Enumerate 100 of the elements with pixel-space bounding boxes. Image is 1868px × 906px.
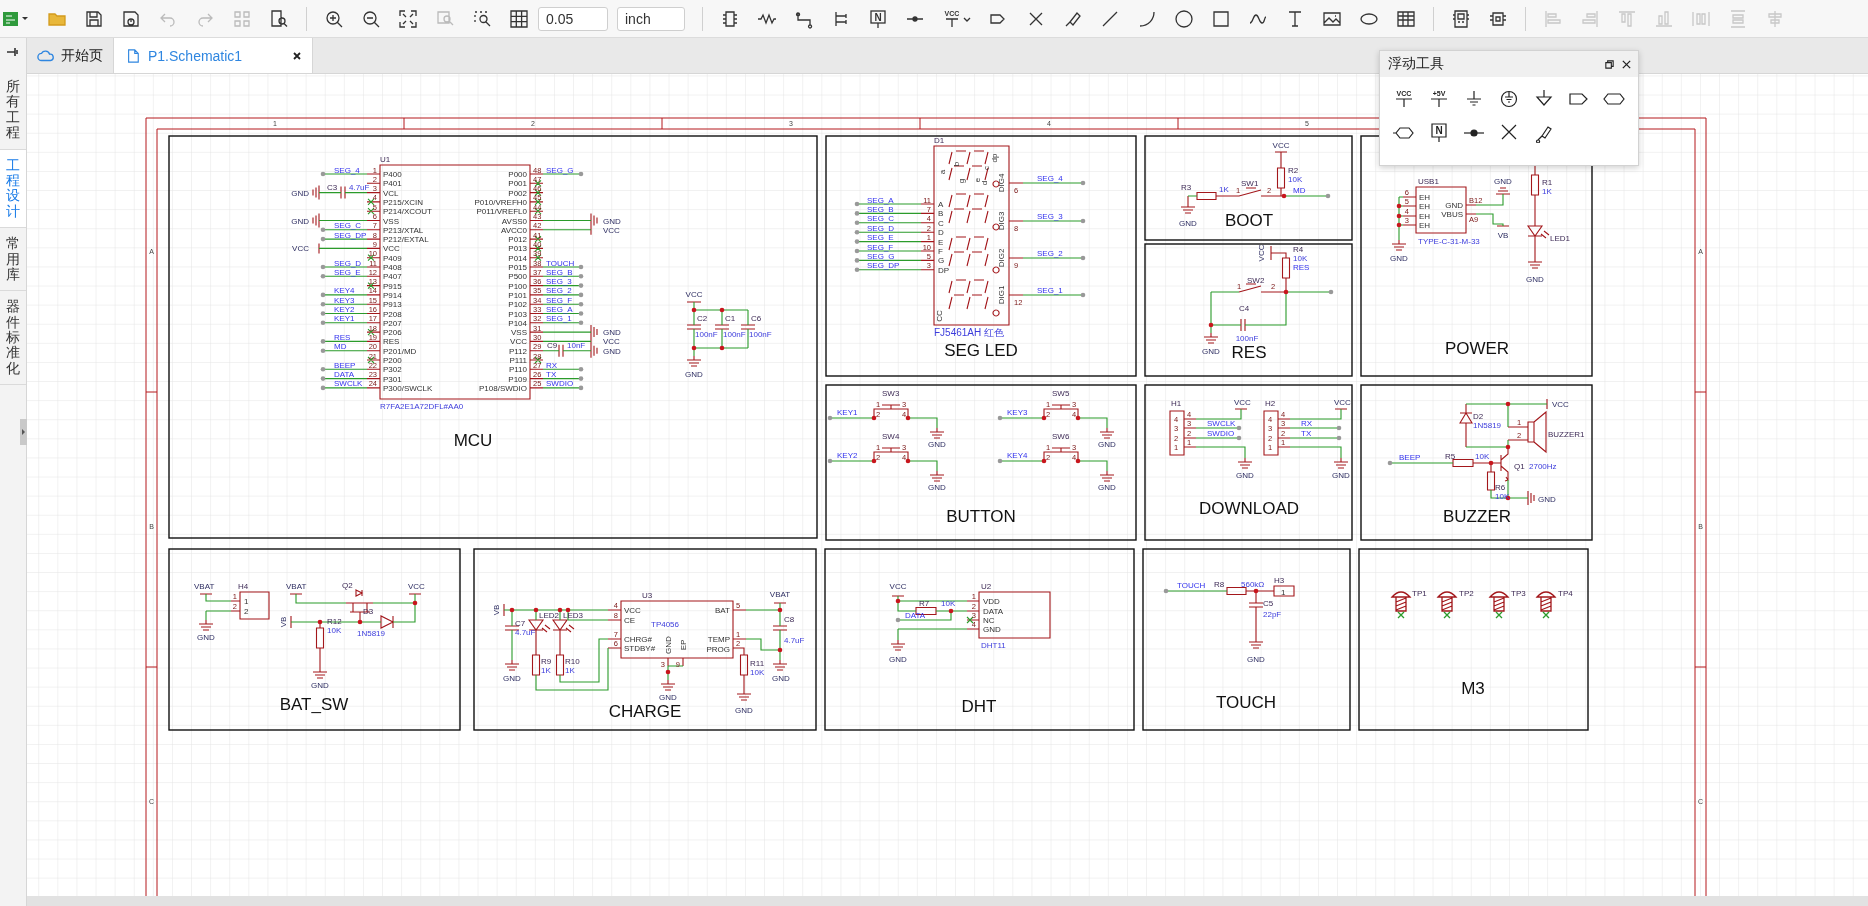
- pin-icon[interactable]: [6, 47, 20, 57]
- net-label: SWDIO: [546, 379, 574, 389]
- net-label: SEG_G: [546, 165, 574, 175]
- value-label: 10K: [1475, 452, 1490, 461]
- pin-name: P913: [383, 300, 402, 310]
- pin-name: VDD: [983, 597, 1000, 606]
- value-label: 1K: [1219, 185, 1229, 194]
- reference-label: U1: [380, 155, 391, 164]
- pin-name: 2: [244, 607, 249, 616]
- close-icon[interactable]: [292, 50, 303, 61]
- grid-icon[interactable]: [509, 8, 529, 29]
- pin-name: P001: [508, 179, 527, 189]
- pin-name: 1: [1281, 588, 1286, 597]
- fit-screen-icon[interactable]: [398, 8, 418, 29]
- pin-name: dp: [990, 153, 999, 163]
- cloud-icon: [37, 48, 55, 63]
- pin-name: P201/MD: [383, 346, 417, 356]
- pin-name: 1: [244, 597, 249, 606]
- net-label: TX: [546, 370, 557, 380]
- power-label: GND: [772, 674, 790, 683]
- reference-label: LED1: [1550, 234, 1570, 243]
- block-title: DOWNLOAD: [1198, 499, 1300, 518]
- pin-name: P111: [509, 356, 527, 365]
- chip-icon[interactable]: [720, 8, 740, 29]
- pin-name: VCC: [624, 606, 641, 615]
- net-label: TOUCH: [1177, 581, 1206, 590]
- pin-name: CE: [624, 616, 636, 625]
- sidebar-tab[interactable]: 所有工程: [0, 71, 26, 150]
- net-label: SWCLK: [334, 379, 363, 389]
- pin-name: PROG: [706, 645, 730, 654]
- reference-label: SW4: [882, 432, 900, 441]
- power-label: GND: [1332, 471, 1350, 480]
- sidebar-tab[interactable]: 器件标准化: [0, 291, 26, 386]
- pin-name: P213/XTAL: [383, 225, 424, 235]
- power-label: GND: [1179, 219, 1197, 228]
- collapse-handle-icon[interactable]: [20, 419, 27, 446]
- net-label: SEG_D: [867, 223, 895, 233]
- power-label: GND: [291, 188, 309, 198]
- save-icon[interactable]: [84, 8, 104, 29]
- grid-size-dropdown[interactable]: 0.05: [538, 6, 608, 31]
- reference-label: USB1: [1418, 177, 1439, 186]
- value-label: 10K: [327, 626, 342, 635]
- power-label: VCC: [1257, 244, 1266, 262]
- pin-name: P109: [508, 374, 527, 384]
- net-label: SEG_B: [867, 204, 894, 214]
- value-label: R7FA2E1A72DFL#AA0: [380, 402, 464, 411]
- pin-name: VCL: [383, 188, 399, 198]
- pin-name: P500: [508, 272, 527, 282]
- power-label: GND: [659, 693, 677, 702]
- pin-name: P208: [383, 309, 402, 319]
- restore-icon[interactable]: [1604, 58, 1615, 70]
- reference-label: C8: [784, 615, 795, 624]
- net-label: KEY1: [334, 314, 355, 324]
- pin-name: VBUS: [1441, 210, 1463, 219]
- pin-name: P010/VREFH0: [474, 197, 527, 207]
- power-label: VB: [492, 604, 501, 616]
- net-label: SEG_4: [1037, 174, 1063, 183]
- net-label: SEG_2: [546, 286, 572, 296]
- zoom-selection-icon[interactable]: [472, 8, 492, 29]
- board-chip-icon[interactable]: [1451, 8, 1471, 29]
- zoom-in-icon[interactable]: [324, 8, 344, 29]
- pin-name: P215/XCIN: [383, 197, 424, 207]
- pin-name: BAT: [715, 606, 730, 615]
- save-as-icon[interactable]: [121, 8, 141, 29]
- pin-name: P011/VREFL0: [476, 207, 527, 217]
- power-label: GND: [685, 370, 703, 379]
- reference-label: H1: [1171, 399, 1182, 408]
- reference-label: TP3: [1511, 589, 1526, 598]
- pin-name: P100: [508, 281, 527, 291]
- find-icon[interactable]: [269, 8, 289, 29]
- reference-label: C5: [1263, 599, 1274, 608]
- document-tab[interactable]: P1.Schematic1: [114, 38, 314, 73]
- pin-name: DP: [938, 265, 950, 275]
- pin-name: C: [938, 218, 944, 228]
- reference-label: C3: [327, 182, 338, 192]
- panel-title: 浮动工具: [1388, 55, 1445, 73]
- block-title: M3: [1461, 679, 1485, 698]
- sidebar-tab[interactable]: 常用库: [0, 228, 26, 292]
- pin-name: VSS: [511, 328, 527, 338]
- pin-name: STDBY#: [624, 644, 656, 653]
- net-label: KEY1: [837, 408, 858, 417]
- power-label: GND: [1390, 254, 1408, 263]
- reference-label: R6: [1495, 483, 1506, 492]
- block-title: POWER: [1444, 339, 1510, 358]
- pin-name: P408: [383, 263, 402, 272]
- pin-name: P014: [508, 253, 527, 263]
- block-title: BUTTON: [946, 507, 1016, 526]
- reference-label: R10: [565, 657, 580, 666]
- zoom-out-icon[interactable]: [361, 8, 381, 29]
- table-icon[interactable]: [1396, 8, 1416, 29]
- pin-name: P212/EXTAL: [383, 235, 429, 245]
- net-label: SEG_E: [334, 267, 361, 277]
- reference-label: TP1: [1412, 589, 1427, 598]
- net-label: KEY2: [837, 451, 858, 460]
- close-icon[interactable]: [1621, 58, 1632, 70]
- sidebar-tab[interactable]: 工程设计: [0, 149, 26, 229]
- unit-dropdown[interactable]: inch: [617, 6, 685, 31]
- rectangle-icon[interactable]: [1211, 8, 1231, 29]
- block-title: BUZZER: [1443, 507, 1511, 526]
- pin-name: P101: [508, 290, 527, 300]
